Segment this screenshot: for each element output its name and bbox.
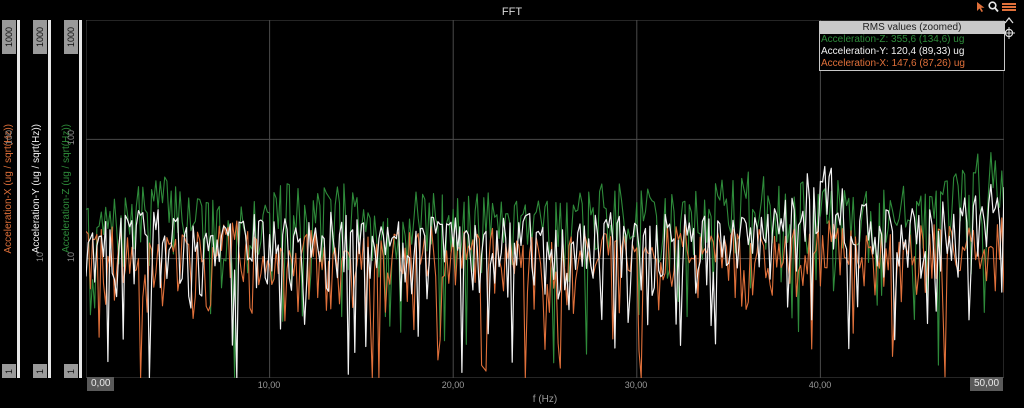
axis-y-top-tag: 1000 bbox=[33, 20, 47, 54]
ytick-10: 10 bbox=[66, 252, 76, 263]
xtick-30: 30,00 bbox=[624, 380, 648, 390]
magnifier-icon[interactable] bbox=[988, 1, 999, 16]
axis-z-bottom-tag: 1 bbox=[64, 364, 78, 378]
chevron-up-icon[interactable] bbox=[1004, 16, 1014, 27]
series-line-acceleration-x bbox=[86, 217, 1004, 378]
xtick-20: 20,00 bbox=[441, 380, 465, 390]
axis-x-top-tag: 1000 bbox=[2, 20, 16, 54]
menu-icon[interactable] bbox=[1002, 3, 1016, 14]
axis-x-line[interactable] bbox=[17, 20, 20, 378]
chart-title: FFT bbox=[501, 6, 523, 18]
legend-row-z: Acceleration-Z: 355,6 (134,6) ug bbox=[821, 34, 965, 45]
rms-legend[interactable]: RMS values (zoomed) Acceleration-Z: 355,… bbox=[819, 21, 1005, 71]
fft-plot[interactable] bbox=[86, 20, 1004, 378]
series-layer bbox=[86, 152, 1004, 378]
axis-z-top-tag: 1000 bbox=[64, 20, 78, 54]
legend-row-y: Acceleration-Y: 120,4 (89,33) ug bbox=[821, 46, 965, 57]
xtick-min[interactable]: 0,00 bbox=[87, 377, 115, 391]
ytick-100: 100 bbox=[66, 130, 76, 146]
fft-window: FFT 1000 1 Acceleration-X (ug / sqrt(Hz)… bbox=[0, 0, 1024, 408]
xaxis-label: f (Hz) bbox=[532, 394, 558, 405]
legend-header: RMS values (zoomed) bbox=[820, 22, 1004, 34]
axis-y-line[interactable] bbox=[48, 20, 51, 378]
axis-x-bottom-tag: 1 bbox=[2, 364, 16, 378]
cursor-arrow-icon[interactable] bbox=[976, 1, 986, 16]
legend-row-x: Acceleration-X: 147,6 (87,26) ug bbox=[821, 58, 965, 69]
xtick-40: 40,00 bbox=[808, 380, 832, 390]
axis-z-line[interactable] bbox=[79, 20, 82, 378]
xtick-max[interactable]: 50,00 bbox=[970, 377, 1004, 391]
ytick-10-left: 10 bbox=[35, 252, 45, 263]
axis-y-label: Acceleration-Y (ug / sqrt(Hz)) bbox=[31, 124, 42, 254]
xtick-10: 10,00 bbox=[257, 380, 281, 390]
ytick-100-left: 100 bbox=[4, 130, 14, 146]
crosshair-icon[interactable] bbox=[1003, 27, 1015, 42]
axis-y-bottom-tag: 1 bbox=[33, 364, 47, 378]
